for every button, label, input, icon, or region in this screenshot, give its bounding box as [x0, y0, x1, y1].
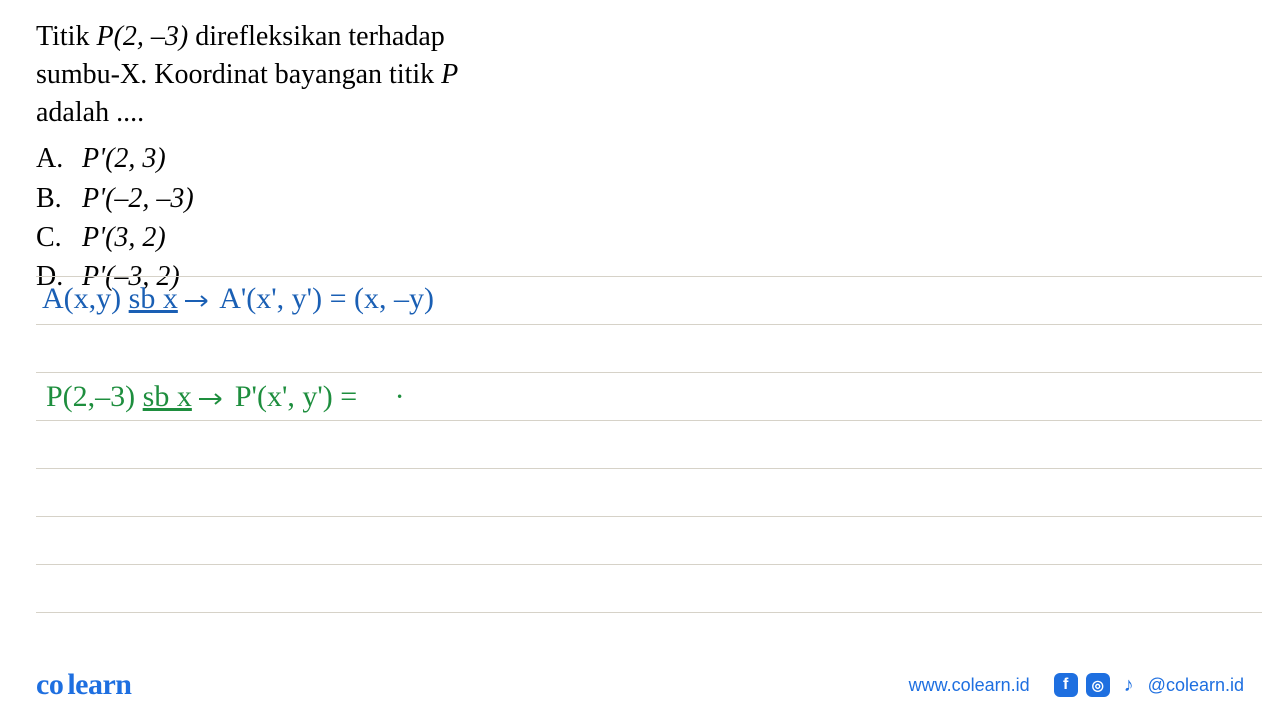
q-line3: adalah .... [36, 97, 144, 128]
ruled-paper-area: A(x,y) sb x A'(x', y') = (x, –y) P(2,–3)… [0, 158, 1280, 640]
tiktok-icon: ♪ [1118, 674, 1140, 696]
q-point: P(2, –3) [96, 21, 188, 52]
q-line1-post: direfleksikan terhadap [188, 21, 445, 52]
horizontal-rule [36, 564, 1262, 565]
horizontal-rule [36, 612, 1262, 613]
hw-mid: sb x [143, 380, 192, 413]
hw-left: P(2,–3) [46, 380, 135, 413]
handwriting-rule-blue: A(x,y) sb x A'(x', y') = (x, –y) [42, 282, 434, 316]
hw-mid: sb x [129, 282, 178, 315]
horizontal-rule [36, 468, 1262, 469]
horizontal-rule [36, 420, 1262, 421]
hw-right: A'(x', y') = (x, –y) [219, 282, 434, 315]
q-pointvar: P [441, 59, 458, 90]
brand-logo: co learn [36, 668, 131, 702]
arrow-icon [199, 391, 227, 407]
horizontal-rule [36, 324, 1262, 325]
footer: co learn www.colearn.id f ◎ ♪ @colearn.i… [0, 668, 1280, 702]
instagram-icon: ◎ [1086, 673, 1110, 697]
logo-co: co [36, 668, 63, 701]
handwriting-rule-green: P(2,–3) sb x P'(x', y') = · [46, 380, 405, 414]
facebook-icon: f [1054, 673, 1078, 697]
q-line1-pre: Titik [36, 21, 96, 52]
social-handle: @colearn.id [1148, 675, 1244, 696]
hw-right: P'(x', y') = [235, 380, 357, 413]
hw-left: A(x,y) [42, 282, 121, 315]
logo-learn: learn [67, 668, 131, 701]
footer-right: www.colearn.id f ◎ ♪ @colearn.id [909, 673, 1244, 697]
horizontal-rule [36, 276, 1262, 277]
arrow-icon [185, 293, 213, 309]
question-text: Titik P(2, –3) direfleksikan terhadap su… [36, 18, 1244, 131]
horizontal-rule [36, 372, 1262, 373]
horizontal-rule [36, 516, 1262, 517]
hw-dot: · [395, 380, 405, 413]
social-links: f ◎ ♪ @colearn.id [1054, 673, 1244, 697]
footer-url: www.colearn.id [909, 675, 1030, 696]
q-line2: sumbu-X. Koordinat bayangan titik [36, 59, 441, 90]
